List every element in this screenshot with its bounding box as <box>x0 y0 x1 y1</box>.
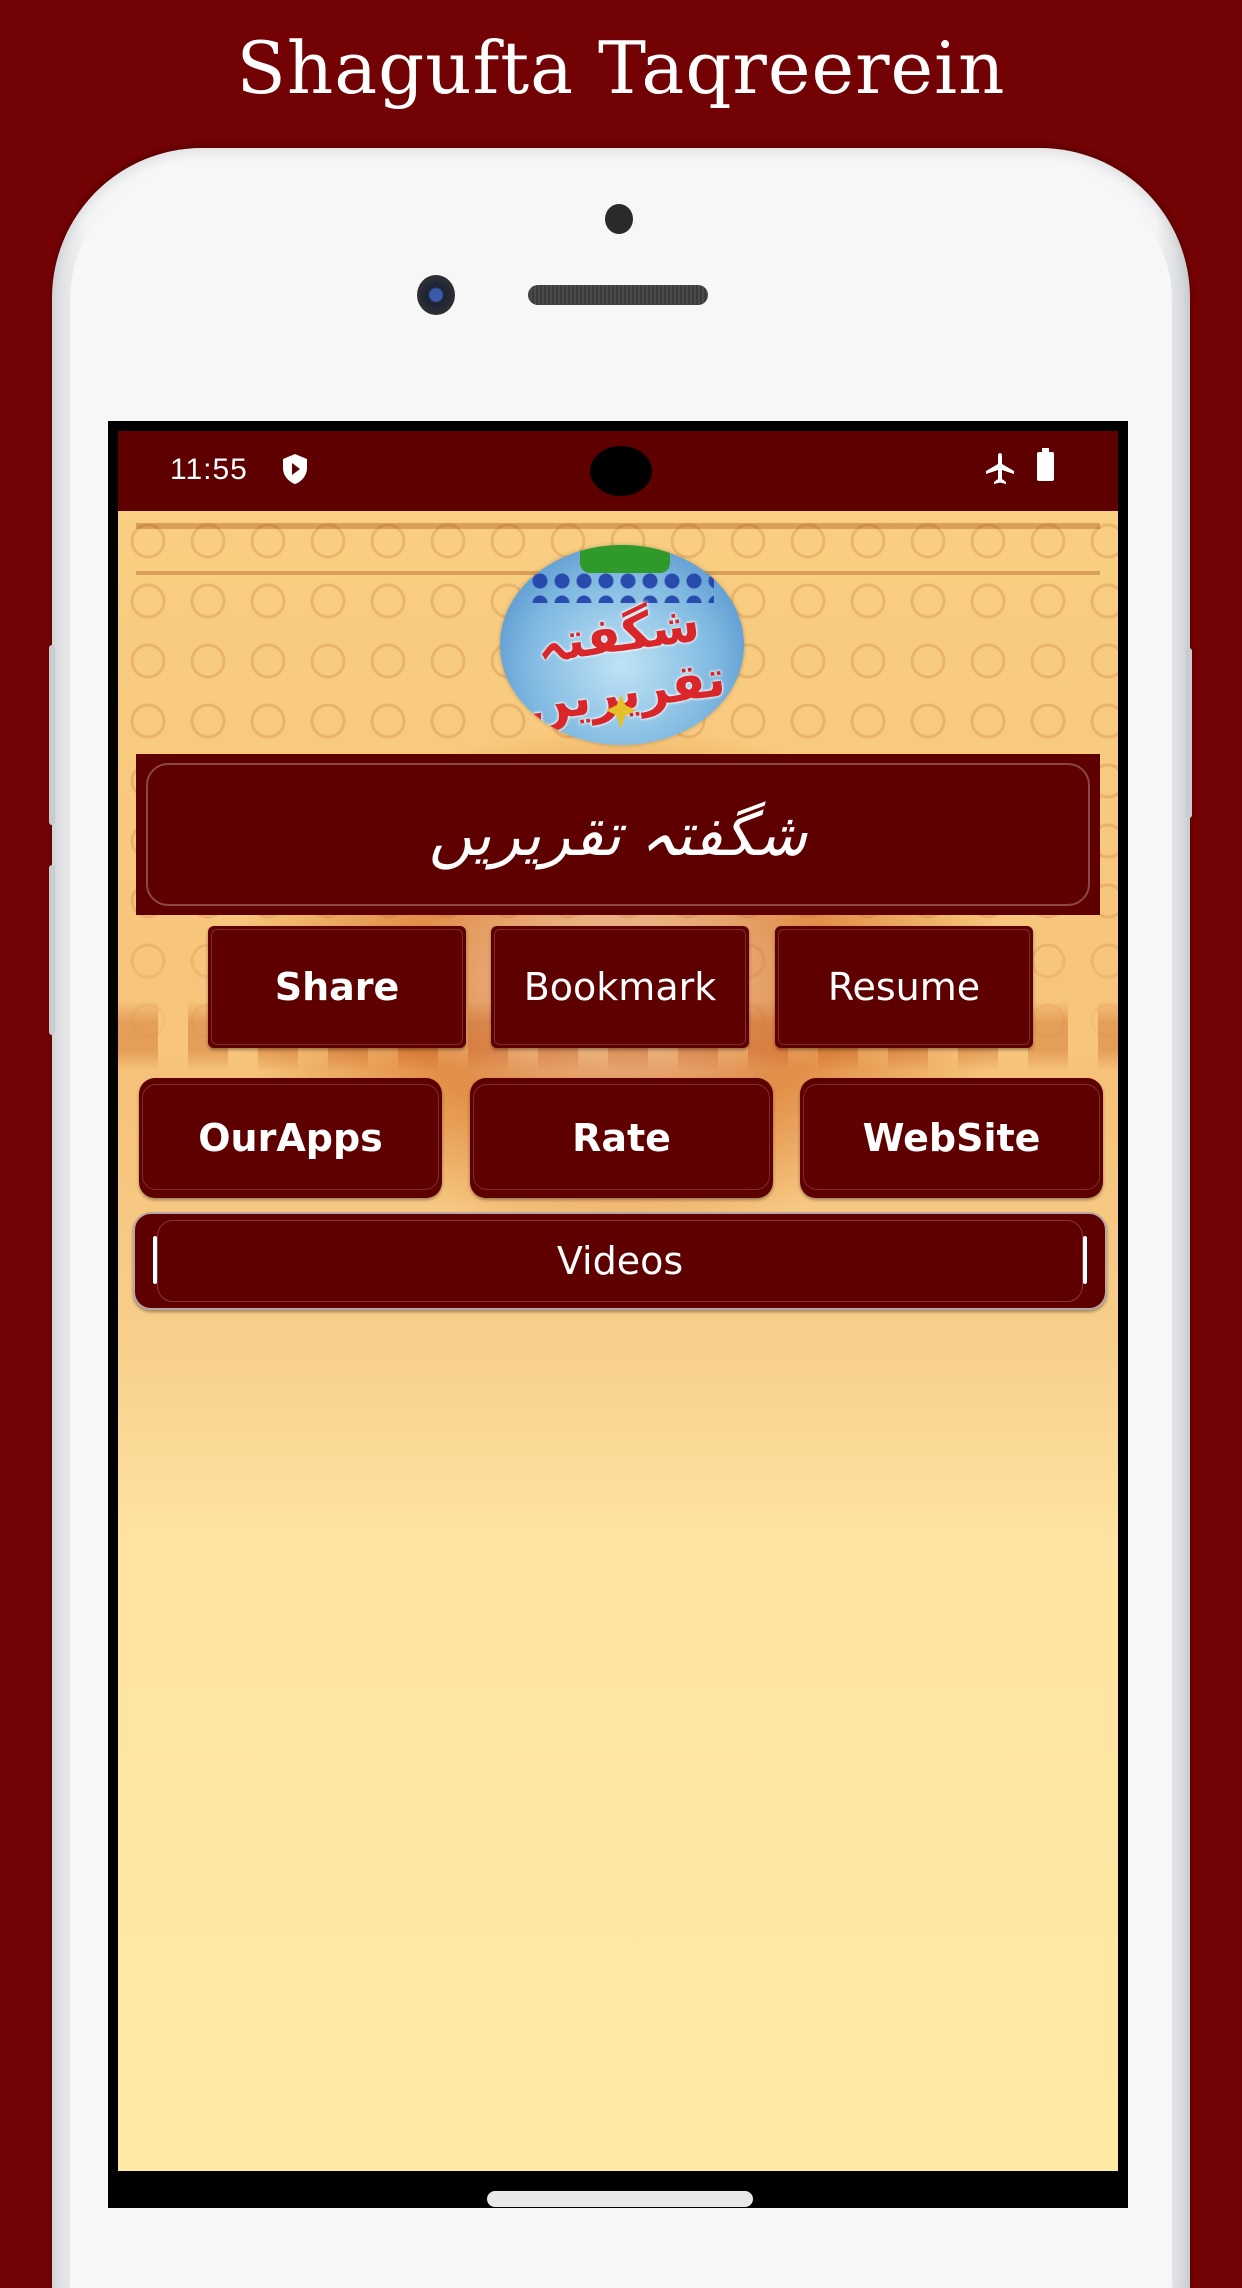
battery-full-icon <box>1037 448 1054 481</box>
videos-button-right-cap <box>1083 1236 1087 1284</box>
logo-dome <box>580 545 670 573</box>
title-banner-inner: شگفتہ تقریریں <box>146 763 1090 906</box>
app-title-urdu: شگفتہ تقریریں <box>428 799 808 870</box>
our-apps-button-label: OurApps <box>198 1116 383 1160</box>
earpiece-speaker <box>528 285 708 305</box>
phone-side-button-left-1 <box>49 645 55 825</box>
website-button[interactable]: WebSite <box>800 1078 1103 1198</box>
home-indicator[interactable] <box>487 2191 753 2207</box>
front-camera <box>417 275 455 315</box>
bookmark-button-label: Bookmark <box>523 965 717 1009</box>
app-logo: شگفتہ تقریریں <box>500 545 744 745</box>
proximity-sensor <box>605 204 633 234</box>
share-button-label: Share <box>274 965 400 1009</box>
phone-side-button-left-2 <box>49 865 55 1035</box>
status-bar: 11:55 <box>118 431 1118 511</box>
carving-frame-line <box>136 523 1100 529</box>
app-screen: 11:55 شگفتہ تقریریں شگفتہ تقریریں Share … <box>118 431 1118 2171</box>
website-button-label: WebSite <box>862 1116 1041 1160</box>
videos-button-label: Videos <box>556 1239 684 1283</box>
bookmark-button[interactable]: Bookmark <box>491 926 749 1048</box>
resume-button-label: Resume <box>827 965 981 1009</box>
title-banner: شگفتہ تقریریں <box>136 754 1100 915</box>
airplane-mode-icon <box>986 453 1014 484</box>
camera-punch-hole <box>590 446 652 496</box>
navigation-bar <box>118 2171 1118 2208</box>
resume-button[interactable]: Resume <box>775 926 1033 1048</box>
shield-play-icon <box>283 454 307 484</box>
promo-title: Shagufta Taqreerein <box>236 26 1006 110</box>
rate-button[interactable]: Rate <box>470 1078 773 1198</box>
videos-button[interactable]: Videos <box>133 1212 1107 1310</box>
phone-side-button-right <box>1186 648 1192 818</box>
our-apps-button[interactable]: OurApps <box>139 1078 442 1198</box>
videos-button-left-cap <box>153 1236 157 1284</box>
status-time: 11:55 <box>170 453 248 486</box>
rate-button-label: Rate <box>572 1116 671 1160</box>
share-button[interactable]: Share <box>208 926 466 1048</box>
